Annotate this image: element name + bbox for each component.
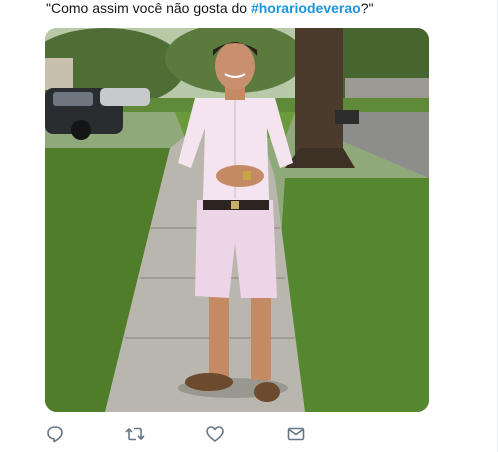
photo-illustration [45,28,429,412]
tweet: "Como assim você não gosta do #horariode… [0,0,498,452]
tweet-photo[interactable] [45,28,429,412]
retweet-icon[interactable] [124,424,146,446]
tweet-text: "Como assim você não gosta do #horariode… [46,0,373,17]
heart-icon[interactable] [205,424,227,446]
tweet-actions [45,424,345,446]
reply-icon[interactable] [45,424,67,446]
tweet-text-suffix: ?" [360,0,374,16]
tweet-text-prefix: "Como assim você não gosta do [46,0,251,16]
hashtag-link[interactable]: #horariodeverao [251,0,361,16]
envelope-icon[interactable] [286,424,308,446]
